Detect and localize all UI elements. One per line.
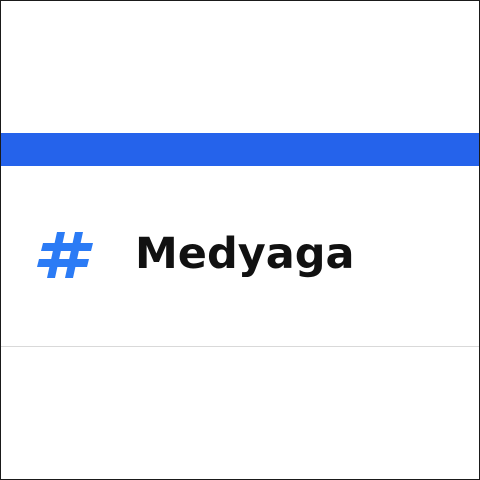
top-blank-area <box>1 1 479 133</box>
content-blank-area <box>1 347 479 479</box>
app-window: Medyaga <box>0 0 480 480</box>
header-accent-bar <box>1 133 479 166</box>
brand-name: Medyaga <box>135 229 355 279</box>
brand-header[interactable]: Medyaga <box>1 166 479 346</box>
hashtag-icon <box>37 232 93 278</box>
